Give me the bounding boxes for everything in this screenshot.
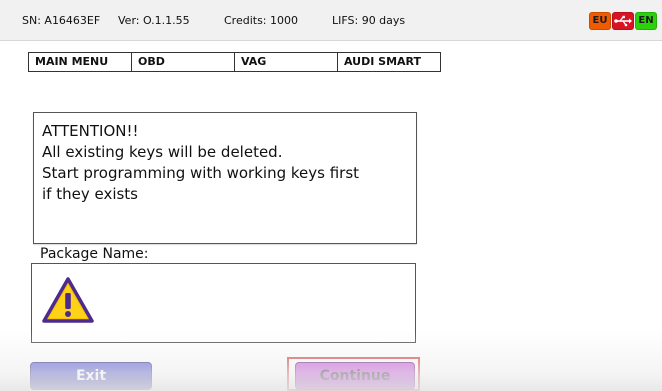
breadcrumb-audi-smart[interactable]: AUDI SMART: [338, 52, 441, 72]
usb-icon[interactable]: [612, 12, 634, 30]
usb-symbol: [614, 15, 632, 27]
attention-line: if they exists: [42, 185, 138, 203]
device-screen: SN: A16463EF Ver: O.1.1.55 Credits: 1000…: [0, 0, 662, 391]
breadcrumb-main-menu[interactable]: MAIN MENU: [28, 52, 132, 72]
attention-line: All existing keys will be deleted.: [42, 143, 283, 161]
region-badge[interactable]: EU: [589, 12, 611, 30]
attention-heading: ATTENTION!!: [42, 122, 139, 140]
language-badge[interactable]: EN: [635, 12, 657, 30]
firmware-version: Ver: O.1.1.55: [118, 14, 190, 27]
breadcrumb: MAIN MENU OBD VAG AUDI SMART: [28, 52, 441, 72]
package-name-label: Package Name:: [40, 246, 149, 262]
breadcrumb-vag[interactable]: VAG: [235, 52, 338, 72]
lifs-remaining: LIFS: 90 days: [332, 14, 406, 27]
breadcrumb-obd[interactable]: OBD: [132, 52, 235, 72]
continue-button[interactable]: Continue: [295, 362, 415, 390]
status-bar: SN: A16463EF Ver: O.1.1.55 Credits: 1000…: [0, 0, 662, 41]
package-name-box: [31, 263, 416, 343]
credits-count: Credits: 1000: [224, 14, 299, 27]
serial-number: SN: A16463EF: [22, 14, 101, 27]
warning-icon: [42, 277, 94, 323]
attention-line: Start programming with working keys firs…: [42, 164, 360, 182]
exit-button[interactable]: Exit: [30, 362, 152, 390]
attention-text: ATTENTION!! All existing keys will be de…: [42, 121, 408, 205]
attention-message-box: ATTENTION!! All existing keys will be de…: [33, 112, 417, 244]
